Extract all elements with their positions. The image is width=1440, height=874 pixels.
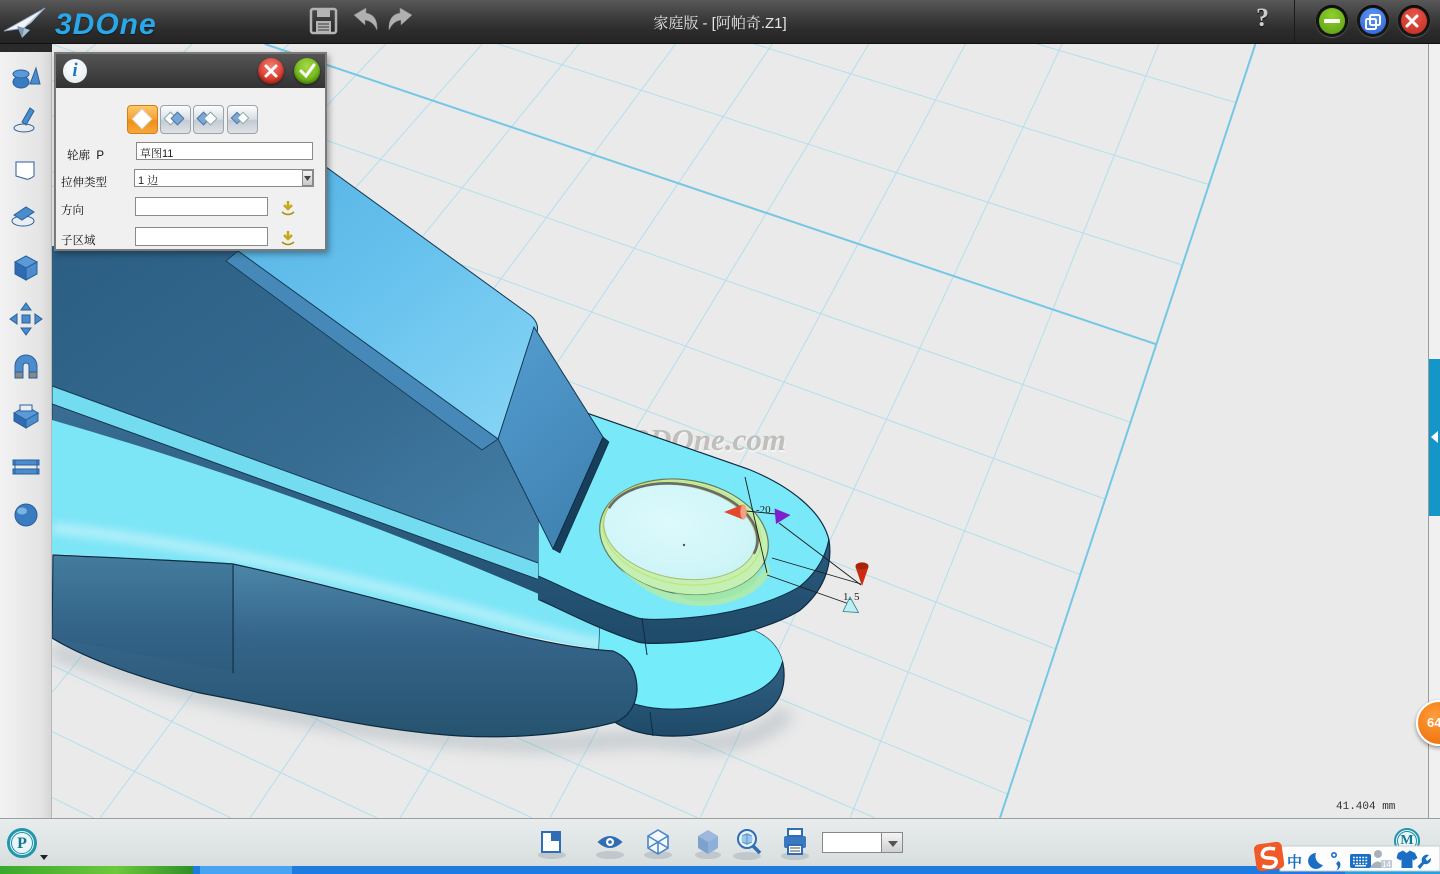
svg-text:中: 中 (1287, 851, 1302, 872)
svg-text:-20: -20 (756, 504, 771, 516)
svg-text:1. 5: 1. 5 (843, 591, 860, 603)
svg-text:14: 14 (1382, 860, 1391, 869)
